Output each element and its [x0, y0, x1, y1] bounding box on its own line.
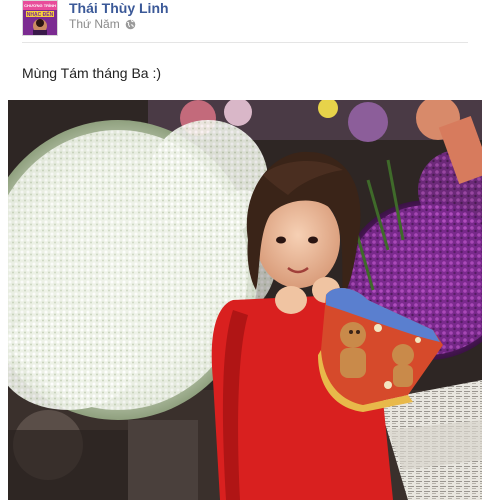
- facebook-post: CHƯƠNG TRÌNH NHẠC ĐẾN Thái Thùy Linh Thứ…: [0, 0, 482, 500]
- post-text: Mùng Tám tháng Ba :): [22, 65, 162, 81]
- header-divider: [22, 42, 468, 43]
- post-date[interactable]: Thứ Năm: [69, 17, 120, 31]
- author-name[interactable]: Thái Thùy Linh: [69, 0, 169, 16]
- post-header: CHƯƠNG TRÌNH NHẠC ĐẾN Thái Thùy Linh Thứ…: [22, 0, 472, 42]
- avatar-caption-bottom: NHẠC ĐẾN: [27, 11, 54, 18]
- post-meta: Thứ Năm: [69, 17, 136, 31]
- post-photo[interactable]: [8, 100, 482, 500]
- avatar-caption-top: CHƯƠNG TRÌNH: [24, 3, 56, 8]
- photo-image: [8, 100, 482, 500]
- avatar[interactable]: CHƯƠNG TRÌNH NHẠC ĐẾN: [22, 0, 58, 36]
- globe-icon[interactable]: [125, 19, 136, 30]
- avatar-image: CHƯƠNG TRÌNH NHẠC ĐẾN: [23, 1, 57, 35]
